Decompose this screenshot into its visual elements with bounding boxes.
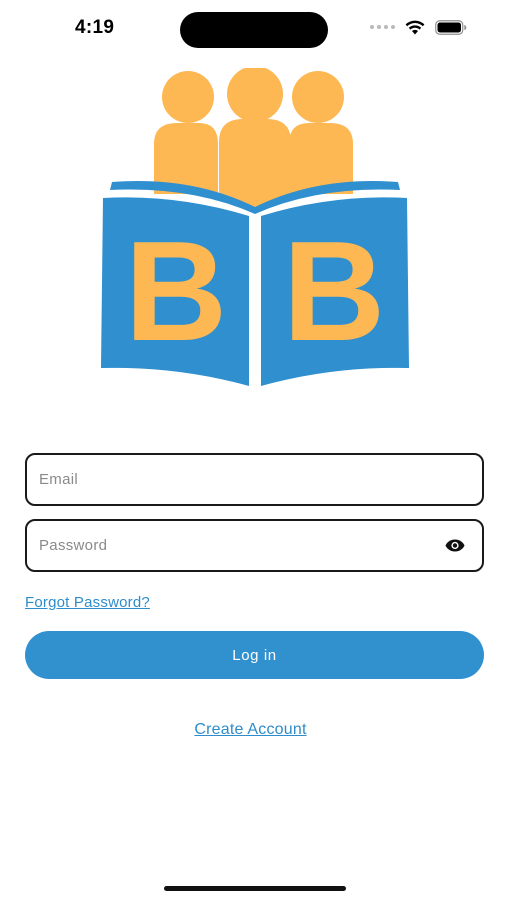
eye-icon[interactable]: [444, 539, 466, 553]
status-bar: 4:19: [0, 0, 507, 60]
battery-icon: [435, 19, 467, 35]
logo-letter-left: B: [125, 212, 228, 371]
home-indicator[interactable]: [164, 886, 346, 891]
app-logo: B B: [101, 68, 409, 386]
email-input[interactable]: [27, 455, 482, 504]
create-account-link[interactable]: Create Account: [194, 721, 306, 738]
create-account-row: Create Account: [0, 721, 501, 739]
status-icons: [370, 16, 467, 38]
password-field[interactable]: [25, 519, 484, 572]
signal-dots-icon: [370, 25, 395, 29]
email-field[interactable]: [25, 453, 484, 506]
wifi-icon: [405, 20, 425, 34]
forgot-password-link[interactable]: Forgot Password?: [25, 594, 150, 611]
logo-letter-right: B: [283, 212, 386, 371]
password-input[interactable]: [27, 521, 482, 570]
dynamic-island: [180, 12, 328, 48]
login-button[interactable]: Log in: [25, 631, 484, 679]
status-time: 4:19: [75, 17, 115, 38]
